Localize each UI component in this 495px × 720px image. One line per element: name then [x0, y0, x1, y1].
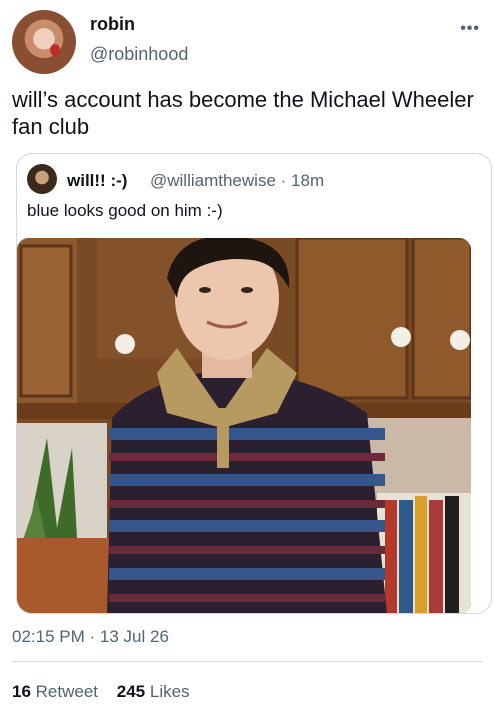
- likes-count: 245: [116, 682, 146, 701]
- timestamp-separator: ·: [89, 627, 96, 646]
- timestamp-time: 02:15 PM: [12, 627, 85, 646]
- author-handle[interactable]: @robinhood: [90, 44, 188, 65]
- likes-label: Likes: [149, 682, 190, 701]
- divider: [12, 661, 482, 662]
- quoted-meta: @williamthewise · 18m: [150, 171, 324, 191]
- quoted-separator: ·: [280, 171, 287, 190]
- quoted-handle[interactable]: @williamthewise: [150, 171, 276, 190]
- likes-stat[interactable]: 245 Likes: [117, 682, 190, 702]
- more-options-icon[interactable]: •••: [460, 20, 480, 38]
- tweet-timestamp[interactable]: 02:15 PM · 13 Jul 26: [12, 627, 169, 647]
- tweet-stats: 16 Retweet 245 Likes: [12, 682, 204, 702]
- quoted-photo[interactable]: [17, 238, 471, 613]
- quoted-time-ago[interactable]: 18m: [291, 171, 324, 190]
- tweet-header: robin @robinhood •••: [12, 10, 482, 76]
- photo-illustration: [17, 238, 471, 613]
- retweets-stat[interactable]: 16 Retweet: [12, 682, 98, 702]
- quoted-tweet[interactable]: will!! :-) @williamthewise · 18m blue lo…: [16, 153, 492, 614]
- author-display-name[interactable]: robin: [90, 14, 135, 35]
- retweets-label: Retweet: [35, 682, 99, 701]
- quoted-author-avatar[interactable]: [27, 164, 57, 194]
- quoted-display-name[interactable]: will!! :-): [67, 171, 127, 191]
- avatar-detail: [50, 44, 60, 56]
- retweets-count: 16: [12, 682, 31, 701]
- author-avatar[interactable]: [12, 10, 76, 74]
- tweet-text: will’s account has become the Michael Wh…: [12, 87, 474, 139]
- quoted-text: blue looks good on him :-): [27, 201, 223, 220]
- timestamp-date: 13 Jul 26: [99, 627, 169, 646]
